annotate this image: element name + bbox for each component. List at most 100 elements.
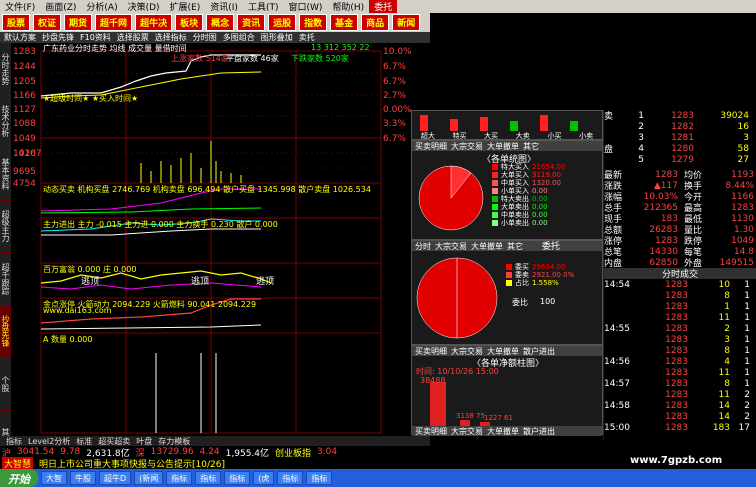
taskbar-button[interactable]: 指标 <box>195 471 222 485</box>
notice-bar[interactable]: 大智慧 明日上市公司重大事项快报与公告提示[10/26] <box>0 457 603 470</box>
menu-item[interactable]: 帮助(H) <box>327 0 369 13</box>
legend-label: 小单卖出 <box>501 219 529 227</box>
left-tab[interactable]: 基本资料 <box>0 148 11 201</box>
subbar-item[interactable]: 分时图 <box>193 32 217 43</box>
left-tab[interactable]: 超千跟踪 <box>0 253 11 306</box>
menu-item[interactable]: 画面(Z) <box>40 0 81 13</box>
toolbar-button[interactable]: 期货 <box>64 14 93 31</box>
taskbar-button[interactable]: 超牛D <box>99 471 132 485</box>
bottom-tab[interactable]: Level2分析 <box>28 436 70 447</box>
toolbar-button[interactable]: 指数 <box>299 14 328 31</box>
left-tab[interactable]: 超级主力 <box>0 201 11 253</box>
tick-volume: 11 <box>718 389 730 400</box>
percent-tick: 10.0% <box>383 47 412 57</box>
bottom-tab[interactable]: 存力模板 <box>158 436 190 447</box>
intraday-chart[interactable]: 广东药业分时走势 均线 成交量 量借时间 13 312 352 22 1283 1… <box>11 43 412 467</box>
net-tab[interactable]: 散户进出 <box>523 426 555 436</box>
menu-item[interactable]: 文件(F) <box>0 0 40 13</box>
sh-change: 9.78 <box>60 447 81 457</box>
price-tick: 1283 <box>13 47 36 57</box>
tick-price: 1283 <box>665 367 688 378</box>
menu-item[interactable]: 资讯(I) <box>205 0 243 13</box>
legend-value: 1.558% <box>532 279 559 287</box>
pie-tab[interactable]: 大宗交易 <box>435 241 467 251</box>
subbar-item[interactable]: 选择股票 <box>117 32 149 43</box>
toolbar-button[interactable]: 商品 <box>361 14 390 31</box>
menu-item[interactable]: 委托 <box>369 0 398 13</box>
pie-tab[interactable]: 大宗交易 <box>451 141 483 151</box>
pie-legend-row: 小单卖出 0.00 <box>492 219 602 227</box>
net-tab[interactable]: 大宗交易 <box>451 346 483 356</box>
percent-tick: 0.00% <box>383 105 412 115</box>
toolbar-button[interactable]: 基金 <box>330 14 359 31</box>
pie-tab[interactable]: 其它 <box>523 141 539 151</box>
pie-tab[interactable]: 大单撤单 <box>471 241 503 251</box>
menu-item[interactable]: 窗口(W) <box>283 0 327 13</box>
legend-swatch <box>492 204 498 210</box>
menu-item[interactable]: 扩展(E) <box>165 0 206 13</box>
net-tab[interactable]: 买卖明细 <box>415 426 447 436</box>
star-annotation: ★超级时间★ ★买入时间★ <box>43 94 139 103</box>
left-tab[interactable]: 技术分析 <box>0 96 11 148</box>
stat-value: 1130 <box>731 213 754 224</box>
pie-tab[interactable]: 大单撤单 <box>487 141 519 151</box>
menu-item[interactable]: 决策(D) <box>123 0 165 13</box>
taskbar-button[interactable]: (新闻 <box>134 471 164 485</box>
volume-tick: 9695 <box>13 167 36 177</box>
taskbar-button[interactable]: 牛股 <box>70 471 96 485</box>
chart-header: 广东药业分时走势 均线 成交量 量借时间 <box>43 44 187 53</box>
tick-row: 1283 1 1 <box>604 301 756 312</box>
start-button[interactable]: 开始 <box>0 469 38 487</box>
toolbar-button[interactable]: 超千网 <box>95 14 133 31</box>
tick-volume: 11 <box>718 312 730 323</box>
taskbar-button[interactable]: 指标 <box>306 471 333 485</box>
tick-row: 1283 11 1 <box>604 312 756 323</box>
task-buttons: 大智 牛股 超牛D (新闻 指标 指标 指标 (虎 指标 指标 <box>41 471 333 485</box>
net-tab[interactable]: 大单撤单 <box>487 346 519 356</box>
net-tab[interactable]: 大单撤单 <box>487 426 519 436</box>
taskbar-button[interactable]: 指标 <box>166 471 193 485</box>
toolbar-button[interactable]: 运股 <box>268 14 297 31</box>
tick-count: 17 <box>738 422 750 433</box>
entrust-ratio-label: 委比 <box>512 298 528 307</box>
toolbar-button[interactable]: 权证 <box>33 14 62 31</box>
menu-item[interactable]: 工具(T) <box>243 0 284 13</box>
left-tab[interactable]: 抄盘先锋 <box>0 305 11 358</box>
stat-value: 8.44% <box>725 180 754 191</box>
tick-count: 1 <box>744 334 750 345</box>
tick-count: 1 <box>744 378 750 389</box>
toolbar-button[interactable]: 板块 <box>175 14 204 31</box>
subbar-item[interactable]: 选择指标 <box>155 32 187 43</box>
sell-volume: 27 <box>737 154 749 165</box>
subbar-item[interactable]: 卖托 <box>299 32 315 43</box>
net-tab[interactable]: 散户进出 <box>523 346 555 356</box>
toolbar-button[interactable]: 概念 <box>206 14 235 31</box>
pie-tab[interactable]: 分时 <box>415 241 431 251</box>
sell-price: 1283 <box>671 110 694 121</box>
taskbar-button[interactable]: 指标 <box>277 471 304 485</box>
toolbar-button[interactable]: 新闻 <box>392 14 421 31</box>
entrust-pie-tabs: 分时 大宗交易 大单撤单 其它 <box>412 241 602 251</box>
subbar-item[interactable]: 默认方案 <box>4 32 36 43</box>
menu-item[interactable]: 分析(A) <box>81 0 122 13</box>
taskbar-button[interactable]: 指标 <box>224 471 251 485</box>
left-tab[interactable]: 分时走势 <box>0 43 11 96</box>
pie-tab[interactable]: 买卖明细 <box>415 141 447 151</box>
tick-price: 1283 <box>665 323 688 334</box>
pie-tab[interactable]: 其它 <box>507 241 523 251</box>
toolbar-button[interactable]: 超牛决 <box>135 14 173 31</box>
subbar-item[interactable]: 图形叠加 <box>261 32 293 43</box>
subbar-item[interactable]: F10资料 <box>80 32 111 43</box>
tick-price: 1283 <box>665 279 688 290</box>
subbar-item[interactable]: 抄盘先锋 <box>42 32 74 43</box>
net-tab[interactable]: 大宗交易 <box>451 426 483 436</box>
taskbar-button[interactable]: (虎 <box>253 471 275 485</box>
price-tick: 1088 <box>13 119 36 129</box>
subbar-item[interactable]: 多图组合 <box>223 32 255 43</box>
taskbar-button[interactable]: 大智 <box>41 471 67 485</box>
toolbar-button[interactable]: 股票 <box>2 14 31 31</box>
toolbar-button[interactable]: 资讯 <box>237 14 266 31</box>
net-tab[interactable]: 买卖明细 <box>415 346 447 356</box>
left-tab[interactable]: 个股 <box>0 358 11 411</box>
stat-value: 183 <box>660 213 678 224</box>
